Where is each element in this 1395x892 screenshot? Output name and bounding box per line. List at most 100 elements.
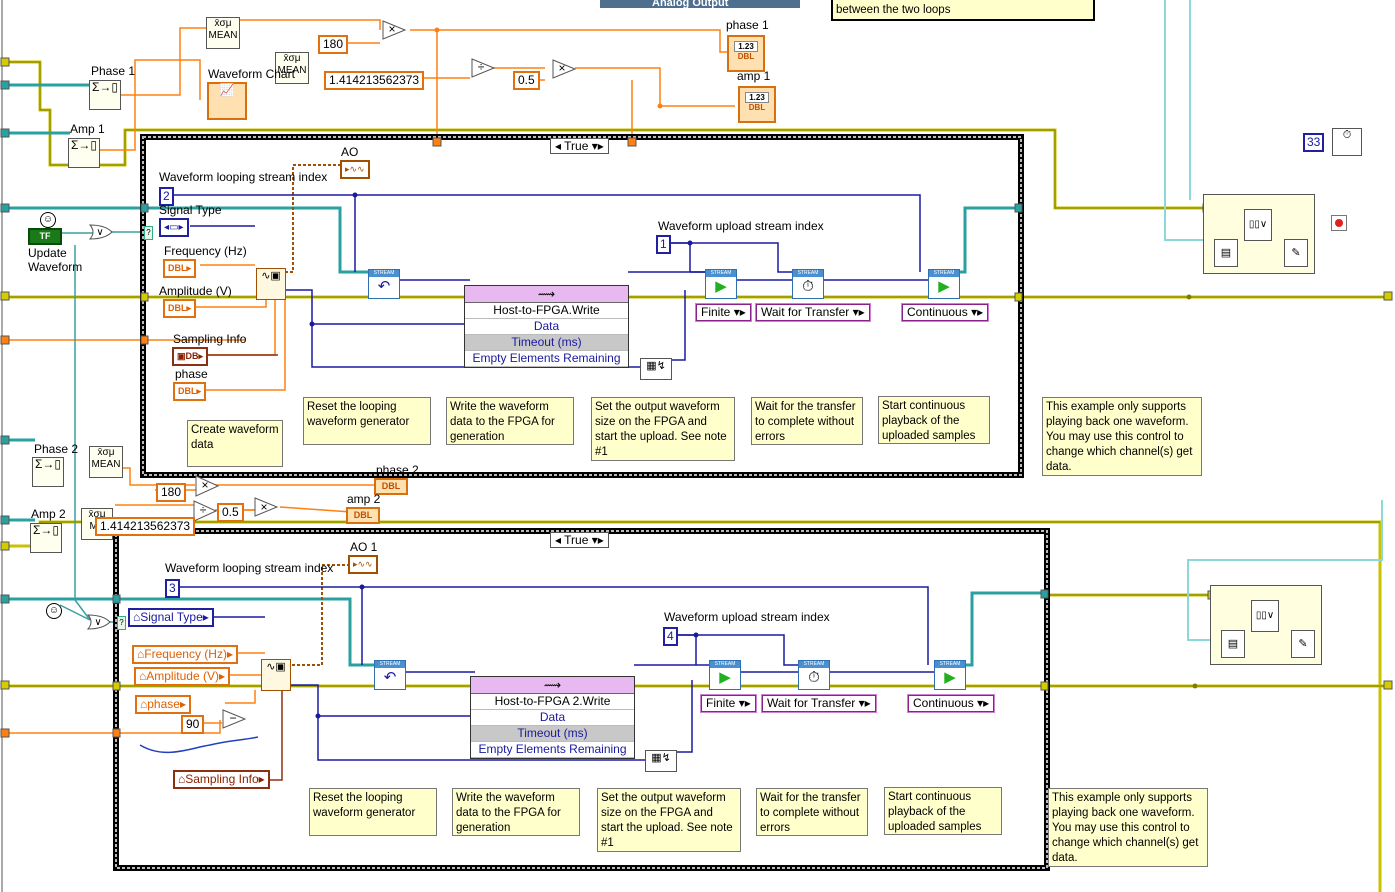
frequency-control[interactable]: DBL▸ — [163, 259, 197, 278]
mean-vi-1[interactable]: x̄σμ MEAN — [206, 17, 240, 49]
sampling-info-control[interactable]: ▣DB▸ — [172, 347, 209, 366]
amp2-indicator[interactable]: DBL — [346, 507, 380, 524]
dbl-tag: DBL — [737, 52, 755, 61]
phase2-knob-terminal[interactable]: Σ→▯ — [32, 457, 64, 487]
fpga-node-empty: Empty Elements Remaining — [471, 742, 634, 758]
phase-control[interactable]: DBL▸ — [173, 382, 207, 401]
ao1-waveform-terminal[interactable]: ▸∿∿ — [348, 555, 378, 574]
waveform-generator-icon: ∿▣ — [261, 270, 281, 282]
play-icon: ▶ — [719, 669, 731, 686]
signal-type-control-2[interactable]: ⌂Signal Type▸ — [128, 608, 214, 627]
ring-text: Sampling Info — [185, 772, 259, 786]
start-continuous-stream-node-2[interactable]: STREAM ▶ — [934, 660, 966, 690]
event-icon: ☺ — [46, 603, 62, 619]
phase-control-2[interactable]: ⌂phase▸ — [135, 695, 191, 714]
const-sqrt2-a[interactable]: 1.414213562373 — [324, 71, 425, 90]
start-continuous-stream-node[interactable]: STREAM ▶ — [928, 269, 960, 299]
bundle-icon: ▯▯∨ — [1251, 600, 1279, 632]
wait-ms-node[interactable]: ⏱ — [1332, 128, 1362, 156]
signal-type-control[interactable]: ◂▭▸ — [159, 218, 189, 237]
update-waveform-label: Update Waveform — [28, 246, 83, 274]
wait-stream-node-2[interactable]: STREAM ⏱ — [798, 660, 830, 690]
enum-continuous[interactable]: Continuous ▾▸ — [902, 304, 989, 321]
const-180-b[interactable]: 180 — [156, 483, 187, 502]
amp1-knob-terminal[interactable]: Σ→▯ — [68, 138, 100, 168]
multiply-node: × — [196, 478, 214, 493]
case-selector-terminal-2: ? — [117, 616, 126, 630]
basic-function-generator-vi[interactable]: ∿▣ — [256, 268, 286, 300]
comment-write-2: Write the waveform data to the FPGA for … — [452, 788, 580, 836]
start-finite-stream-node[interactable]: STREAM ▶ — [705, 269, 737, 299]
looping-index-const-2[interactable]: 3 — [165, 579, 180, 598]
comment-wait: Wait for the transfer to complete withou… — [751, 397, 863, 445]
host-to-fpga2-write-node[interactable]: ⟿ Host-to-FPGA 2.Write Data Timeout (ms)… — [470, 676, 635, 759]
basic-function-generator-vi-2[interactable]: ∿▣ — [261, 659, 291, 691]
array-indicator[interactable]: ▦↯ — [640, 358, 672, 380]
mean-vi-icon: x̄σμ — [214, 18, 232, 29]
upload-index-const[interactable]: 1 — [656, 235, 671, 254]
const-half-a[interactable]: 0.5 — [513, 71, 540, 90]
error-merge-subdiagram-2[interactable]: ▯▯∨ ▤ ✎ — [1210, 585, 1322, 665]
amp1-indicator[interactable]: 1.23 DBL — [738, 86, 776, 123]
waveform-chart-terminal[interactable]: 📈 — [207, 82, 247, 120]
sum-icon: Σ→▯ — [34, 457, 62, 471]
phase1-indicator[interactable]: 1.23 DBL — [727, 35, 765, 72]
reset-stream-node-2[interactable]: STREAM ↶ — [374, 660, 406, 690]
amplitude-control[interactable]: DBL▸ — [163, 299, 197, 318]
timing-const[interactable]: 33 — [1303, 133, 1325, 152]
mean-vi-3[interactable]: x̄σμ MEAN — [89, 446, 123, 478]
phase1-knob-terminal[interactable]: Σ→▯ — [89, 80, 121, 110]
start-finite-stream-node-2[interactable]: STREAM ▶ — [709, 660, 741, 690]
ao-waveform-terminal[interactable]: ▸∿∿ — [340, 160, 370, 179]
fpga-node-header-icon: ⟿ — [471, 677, 634, 694]
const-180-a[interactable]: 180 — [318, 35, 349, 54]
fpga-node-data: Data — [471, 710, 634, 726]
stop-button-terminal[interactable] — [1331, 215, 1347, 231]
array-indicator-2[interactable]: ▦↯ — [645, 750, 677, 772]
multiply-icon: × — [201, 478, 209, 492]
enum-finite[interactable]: Finite ▾▸ — [696, 304, 751, 321]
phase2-indicator-label: phase 2 — [376, 463, 419, 477]
enum-finite-2[interactable]: Finite ▾▸ — [701, 695, 756, 712]
fpga-node-title: Host-to-FPGA.Write — [465, 303, 628, 319]
bundle-icon: ▯▯∨ — [1244, 209, 1272, 241]
case-selector-1[interactable]: ◂ True ▾▸ — [550, 138, 609, 154]
edit-document-icon: ✎ — [1291, 630, 1315, 658]
const-sqrt2-b[interactable]: 1.414213562373 — [95, 517, 196, 536]
sum-icon: Σ→▯ — [91, 80, 119, 94]
comment-set-output-2: Set the output waveform size on the FPGA… — [597, 788, 741, 852]
or-gate-2: ∨ — [90, 615, 106, 630]
amplitude-control-2[interactable]: ⌂Amplitude (V)▸ — [134, 667, 230, 686]
ring-text: phase — [147, 697, 180, 711]
mean-vi-icon: x̄σμ — [283, 53, 301, 64]
enum-continuous-2[interactable]: Continuous ▾▸ — [908, 695, 995, 712]
wait-stream-node[interactable]: STREAM ⏱ — [792, 269, 824, 299]
phase-inner-label: phase — [175, 367, 208, 381]
host-to-fpga-write-node[interactable]: ⟿ Host-to-FPGA.Write Data Timeout (ms) E… — [464, 285, 629, 368]
looping-index-label-2: Waveform looping stream index — [165, 561, 334, 575]
subtract-node: − — [224, 711, 242, 726]
update-waveform-control[interactable]: TF — [28, 228, 62, 245]
dropdown-icon: ▾ — [977, 696, 984, 710]
mean-vi-label: MEAN — [91, 459, 121, 470]
enum-wait-for-transfer-2[interactable]: Wait for Transfer ▾▸ — [762, 695, 876, 712]
reset-stream-node[interactable]: STREAM ↶ — [368, 269, 400, 299]
case-selector-2[interactable]: ◂ True ▾▸ — [550, 532, 609, 548]
amp2-knob-terminal[interactable]: Σ→▯ — [30, 523, 62, 553]
const-half-b[interactable]: 0.5 — [217, 503, 244, 522]
error-merge-subdiagram[interactable]: ▯▯∨ ▤ ✎ — [1203, 194, 1315, 274]
ring-text: Frequency (Hz) — [144, 647, 227, 661]
dropdown-icon: ▾ — [738, 696, 745, 710]
upload-index-const-2[interactable]: 4 — [663, 627, 678, 646]
frequency-control-2[interactable]: ⌂Frequency (Hz)▸ — [132, 645, 238, 664]
dbl-tag: DBL — [353, 510, 373, 520]
enum-wait-for-transfer[interactable]: Wait for Transfer ▾▸ — [756, 304, 870, 321]
comment-write: Write the waveform data to the FPGA for … — [446, 397, 574, 445]
const-90[interactable]: 90 — [181, 715, 205, 734]
grid-icon: ▦↯ — [651, 752, 671, 764]
multiply-node: × — [383, 22, 401, 37]
frequency-label: Frequency (Hz) — [164, 244, 247, 258]
comment-start-2: Start continuous playback of the uploade… — [884, 787, 1002, 835]
sampling-info-control-2[interactable]: ⌂Sampling Info▸ — [173, 770, 270, 789]
divide-node: ÷ — [472, 60, 490, 75]
